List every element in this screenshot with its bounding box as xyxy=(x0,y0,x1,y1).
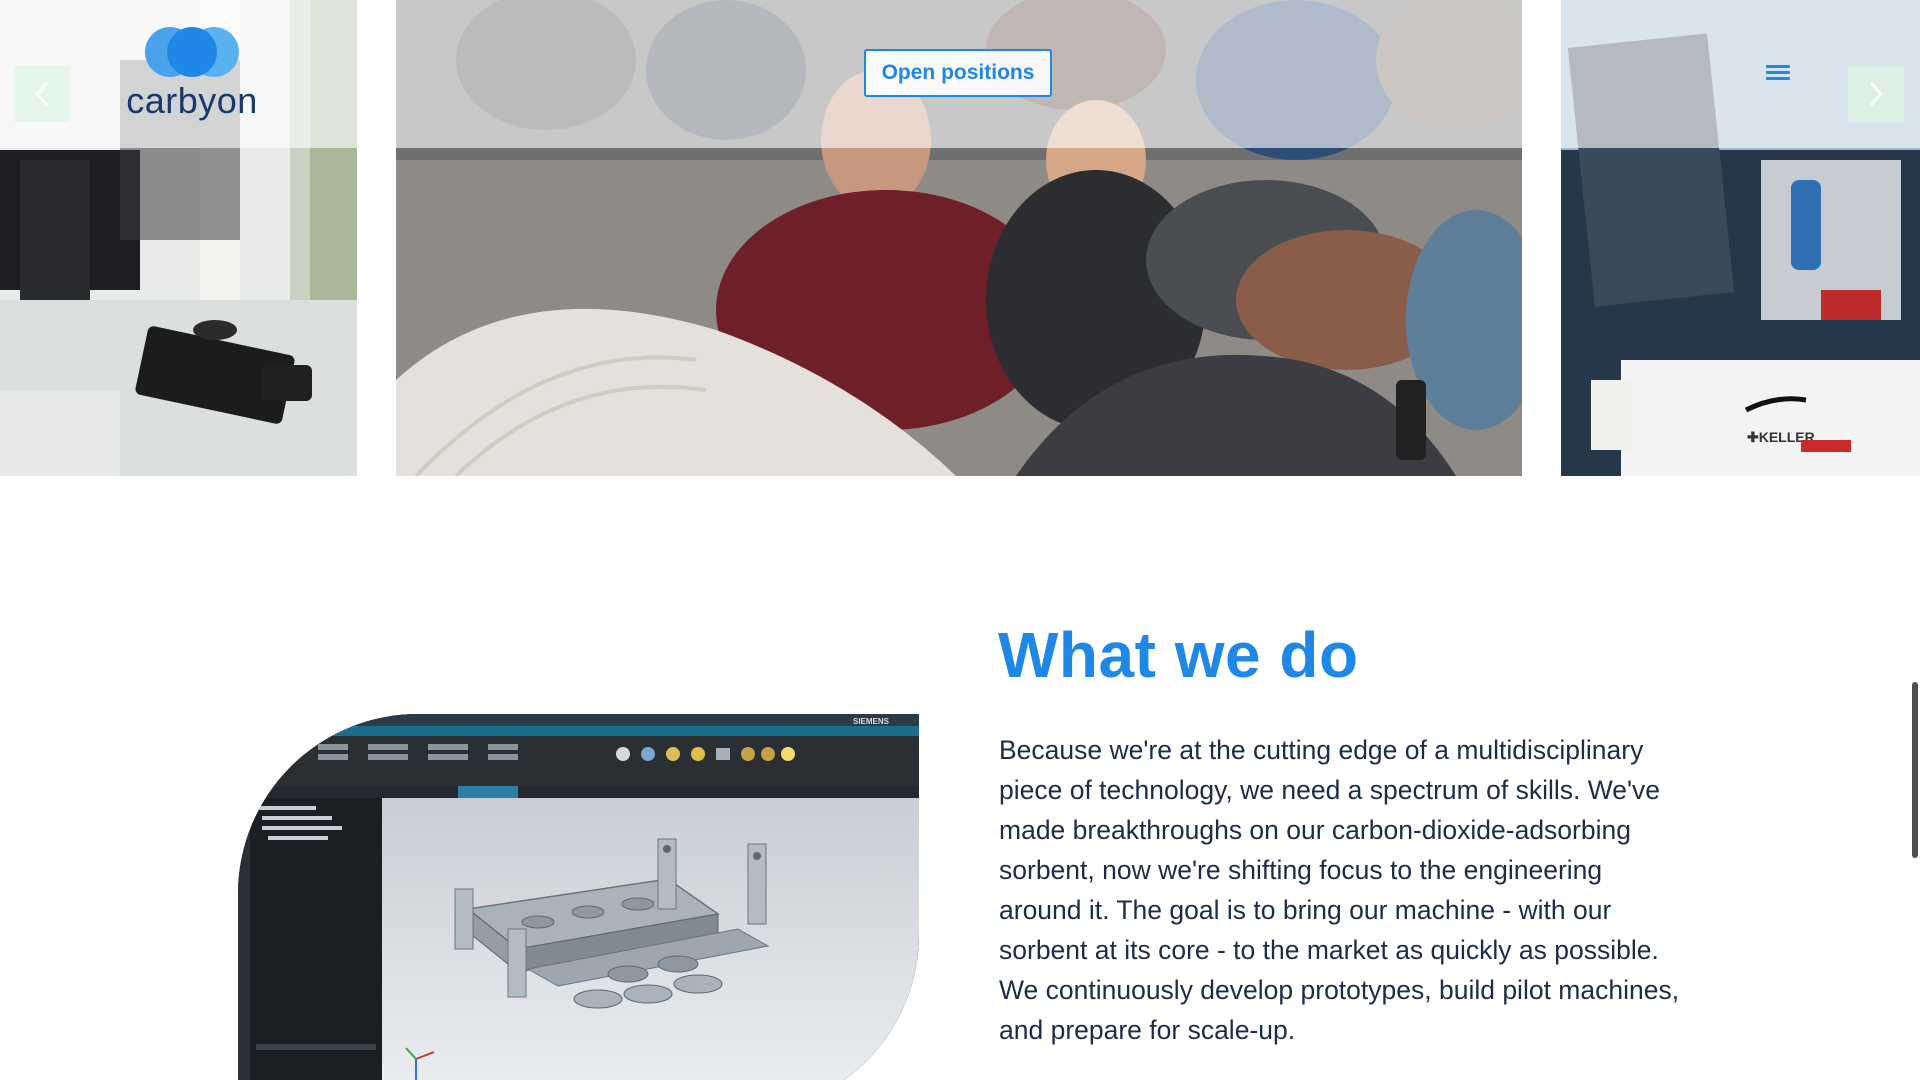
cad-software-image: SIEMENS xyxy=(238,714,919,1080)
logo-wordmark: carbyon xyxy=(126,80,258,121)
logo-mark-icon xyxy=(145,27,239,77)
site-header: carbyon Open positions xyxy=(0,0,1920,148)
menu-line xyxy=(1766,65,1790,68)
hamburger-menu-icon[interactable] xyxy=(1764,62,1792,86)
what-we-do-body: Because we're at the cutting edge of a m… xyxy=(999,735,1680,1045)
page-scrollbar[interactable] xyxy=(1910,0,1920,1080)
carousel-prev-button[interactable] xyxy=(14,66,70,122)
carousel-next-button[interactable] xyxy=(1848,66,1904,122)
what-we-do-heading: What we do xyxy=(998,619,1359,691)
menu-line xyxy=(1766,77,1790,80)
cad-screenshot: SIEMENS xyxy=(238,714,919,1080)
chevron-right-icon xyxy=(1869,81,1884,107)
page: ✚KELLER carbyon Open positions What we d… xyxy=(0,0,1920,1080)
chevron-left-icon xyxy=(34,81,49,107)
menu-line xyxy=(1766,71,1790,74)
carbyon-logo[interactable]: carbyon xyxy=(122,24,262,124)
siemens-label: SIEMENS xyxy=(853,717,890,726)
scrollbar-thumb[interactable] xyxy=(1912,682,1918,858)
open-positions-button[interactable]: Open positions xyxy=(864,49,1052,97)
